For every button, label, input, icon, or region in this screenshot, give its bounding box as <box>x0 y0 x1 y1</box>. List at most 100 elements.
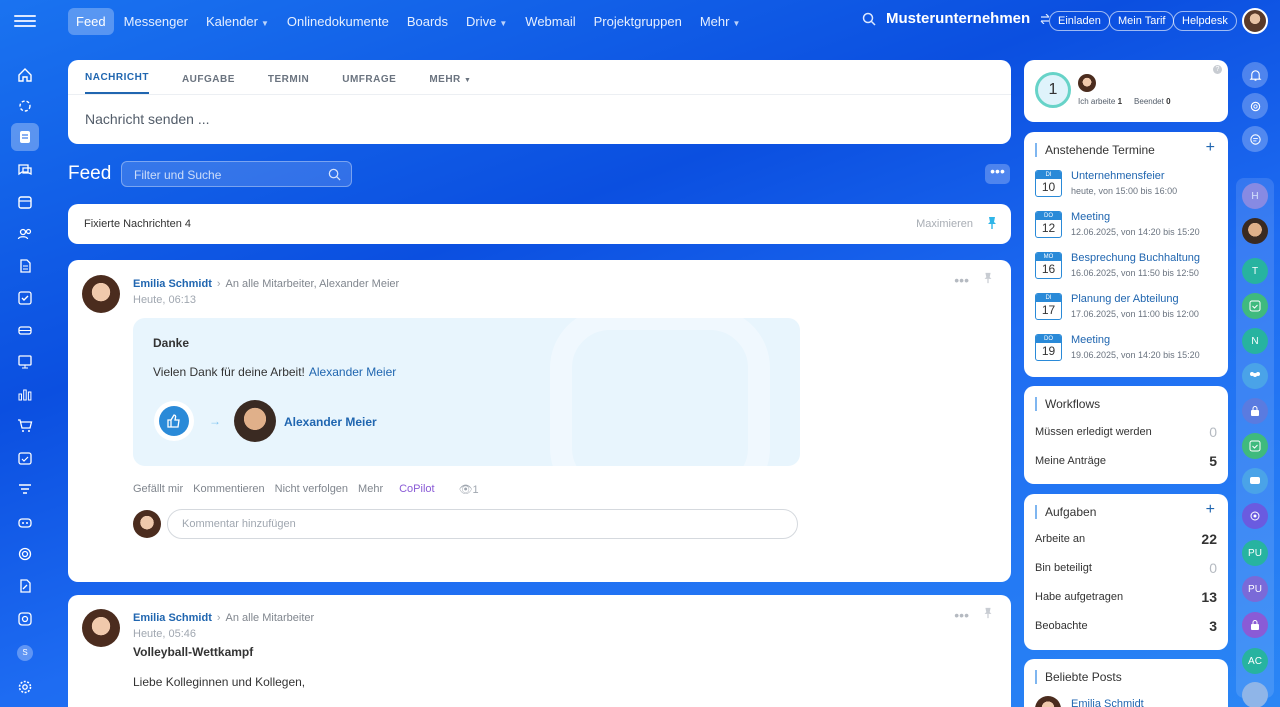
calendar-icon[interactable] <box>14 191 36 213</box>
pin-icon[interactable] <box>983 272 993 284</box>
presentation-icon[interactable] <box>14 351 36 373</box>
event-title[interactable]: Meeting <box>1071 334 1110 346</box>
comments-icon[interactable] <box>1242 468 1268 494</box>
documents-icon[interactable] <box>14 255 36 277</box>
task-row[interactable]: Bin beteiligt 0 <box>1035 560 1217 576</box>
chat-avatar[interactable]: PU <box>1242 576 1268 602</box>
maximize-button[interactable]: Maximieren <box>916 218 973 230</box>
invite-button[interactable]: Einladen <box>1049 11 1110 31</box>
tab-event[interactable]: TERMIN <box>268 74 309 94</box>
tasks-icon[interactable] <box>14 287 36 309</box>
search-icon[interactable] <box>862 12 876 26</box>
copilot-icon[interactable] <box>14 95 36 117</box>
message-input[interactable]: Nachricht senden ... <box>68 95 1011 143</box>
comment-button[interactable]: Kommentieren <box>193 483 265 496</box>
feed-search-input[interactable]: Filter und Suche <box>121 161 352 187</box>
copilot-button[interactable]: CoPilot <box>399 483 434 496</box>
author-name[interactable]: Emilia Schmidt <box>133 278 212 290</box>
nav-messenger[interactable]: Messenger <box>116 8 196 35</box>
task-row[interactable]: Beobachte 3 <box>1035 618 1217 634</box>
event-item[interactable]: MO 16 Besprechung Buchhaltung 16.06.2025,… <box>1035 252 1225 282</box>
recipient-avatar[interactable] <box>234 400 276 442</box>
event-item[interactable]: DI 10 Unternehmensfeier heute, von 15:00 … <box>1035 170 1225 200</box>
shop-cart-icon[interactable] <box>14 415 36 437</box>
nav-feed[interactable]: Feed <box>68 8 114 35</box>
pin-icon[interactable] <box>983 607 993 619</box>
nav-more[interactable]: Mehr ▼ <box>692 8 749 35</box>
post-time[interactable]: Heute, 06:13 <box>133 294 399 306</box>
comment-input[interactable]: Kommentar hinzufügen <box>167 509 798 539</box>
task-row[interactable]: Arbeite an 22 <box>1035 531 1217 547</box>
sign-document-icon[interactable] <box>14 575 36 597</box>
robot-icon[interactable] <box>14 511 36 533</box>
group-chat-icon[interactable] <box>1242 363 1268 389</box>
chat-avatar[interactable]: PU <box>1242 540 1268 566</box>
nav-webmail[interactable]: Webmail <box>517 8 583 35</box>
support-icon[interactable] <box>14 608 36 630</box>
chat-avatar[interactable] <box>1242 682 1268 707</box>
chat-icon[interactable] <box>14 159 36 181</box>
recipient-name[interactable]: Alexander Meier <box>284 415 377 429</box>
add-task-button[interactable]: + <box>1206 501 1215 519</box>
messages-icon[interactable] <box>1242 126 1268 152</box>
chat-avatar[interactable] <box>1242 218 1268 244</box>
tab-task[interactable]: AUFGABE <box>182 74 235 94</box>
booking-icon[interactable] <box>14 447 36 469</box>
tab-poll[interactable]: UMFRAGE <box>342 74 396 94</box>
author-avatar[interactable] <box>82 275 120 313</box>
analytics-icon[interactable] <box>14 383 36 405</box>
contacts-icon[interactable] <box>14 223 36 245</box>
task-chat-icon[interactable] <box>1242 293 1268 319</box>
views-counter[interactable]: 👁︎1 <box>459 483 479 496</box>
chat-avatar[interactable]: T <box>1242 258 1268 284</box>
helpdesk-button[interactable]: Helpdesk <box>1173 11 1237 31</box>
recipients[interactable]: An alle Mitarbeiter <box>226 612 315 624</box>
workflow-row[interactable]: Meine Anträge 5 <box>1035 453 1217 469</box>
event-item[interactable]: DO 19 Meeting 19.06.2025, von 14:20 bis 1… <box>1035 334 1225 364</box>
pinned-messages-bar[interactable]: Fixierte Nachrichten 4 Maximieren <box>68 204 1011 244</box>
tab-message[interactable]: NACHRICHT <box>85 72 149 94</box>
recipients[interactable]: An alle Mitarbeiter, Alexander Meier <box>226 278 400 290</box>
mention-link[interactable]: Alexander Meier <box>309 365 396 379</box>
pin-icon[interactable] <box>987 216 997 230</box>
home-icon[interactable] <box>14 64 36 86</box>
nav-online-docs[interactable]: Onlinedokumente <box>279 8 397 35</box>
feed-options-button[interactable]: ••• <box>985 164 1010 184</box>
feed-icon[interactable] <box>11 123 39 151</box>
nav-drive[interactable]: Drive ▼ <box>458 8 515 35</box>
settings-gear-icon[interactable] <box>14 676 36 698</box>
event-title[interactable]: Besprechung Buchhaltung <box>1071 252 1200 264</box>
nav-workgroups[interactable]: Projektgruppen <box>586 8 690 35</box>
chat-avatar[interactable]: N <box>1242 328 1268 354</box>
work-time-widget[interactable]: 1 Ich arbeite 1 Beendet 0 ? <box>1024 60 1228 122</box>
task-row[interactable]: Habe aufgetragen 13 <box>1035 589 1217 605</box>
help-icon[interactable]: ? <box>1213 65 1222 74</box>
author-name[interactable]: Emilia Schmidt <box>133 612 212 624</box>
lock-icon[interactable] <box>1242 612 1268 638</box>
widget-title[interactable]: Aufgaben <box>1035 505 1096 519</box>
post-time[interactable]: Heute, 05:46 <box>133 628 314 640</box>
company-switcher[interactable]: Musterunternehmen <box>862 10 1050 27</box>
like-button[interactable]: Gefällt mir <box>133 483 183 496</box>
event-title[interactable]: Unternehmensfeier <box>1071 170 1165 182</box>
copilot-chat-icon[interactable] <box>1242 93 1268 119</box>
crm-icon[interactable] <box>14 319 36 341</box>
add-event-button[interactable]: + <box>1206 139 1215 157</box>
unfollow-button[interactable]: Nicht verfolgen <box>275 483 348 496</box>
more-options-icon[interactable]: ••• <box>954 607 969 623</box>
chat-avatar[interactable]: H <box>1242 183 1268 209</box>
my-plan-button[interactable]: Mein Tarif <box>1109 11 1175 31</box>
event-title[interactable]: Meeting <box>1071 211 1110 223</box>
event-item[interactable]: DO 12 Meeting 12.06.2025, von 14:20 bis 1… <box>1035 211 1225 241</box>
filter-icon[interactable] <box>14 479 36 501</box>
more-button[interactable]: Mehr <box>358 483 383 496</box>
nav-boards[interactable]: Boards <box>399 8 456 35</box>
popular-post-author[interactable]: Emilia Schmidt <box>1071 698 1144 707</box>
event-item[interactable]: DI 17 Planung der Abteilung 17.06.2025, v… <box>1035 293 1225 323</box>
user-avatar[interactable] <box>1242 8 1268 34</box>
workflow-row[interactable]: Müssen erledigt werden 0 <box>1035 424 1217 440</box>
task-chat-icon[interactable] <box>1242 433 1268 459</box>
widget-title[interactable]: Workflows <box>1035 397 1100 411</box>
notifications-bell-icon[interactable] <box>1242 62 1268 88</box>
widget-title[interactable]: Anstehende Termine <box>1035 143 1155 157</box>
